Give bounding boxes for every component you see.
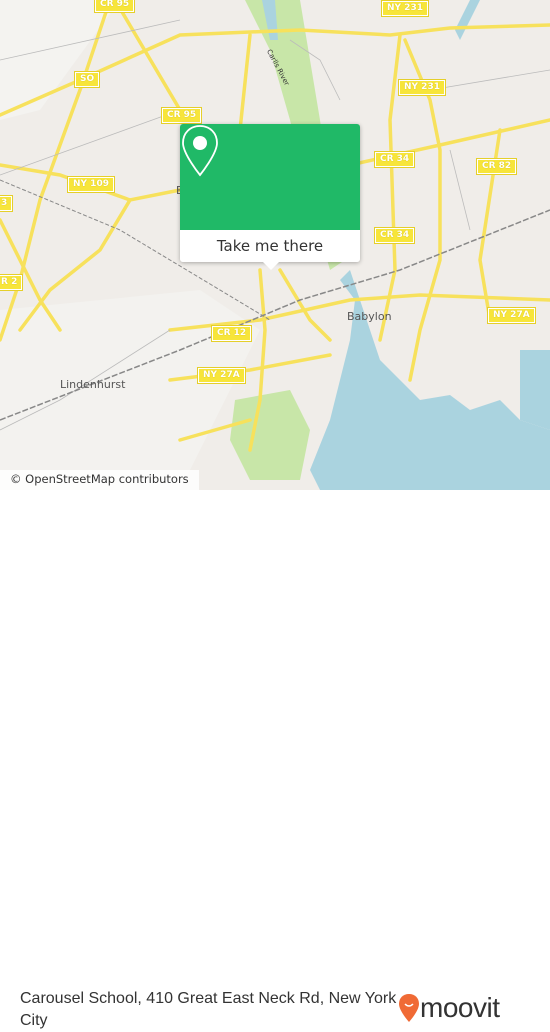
road-shield: CR 95 <box>93 0 136 13</box>
map-pin-icon <box>182 125 218 177</box>
road-shield: R 2 <box>0 274 24 291</box>
road-shield: NY 231 <box>381 0 429 17</box>
location-popup: Take me there <box>180 124 360 270</box>
road-shield: CR 95 <box>160 107 203 124</box>
popup-pointer <box>263 262 279 270</box>
road-shield: NY 27A <box>197 367 246 384</box>
take-me-there-button[interactable]: Take me there <box>180 230 360 262</box>
location-title: Carousel School, 410 Great East Neck Rd,… <box>20 990 397 1029</box>
water <box>310 270 550 490</box>
moovit-pin-icon <box>399 994 419 1022</box>
park <box>230 390 310 480</box>
road-shield: CR 34 <box>373 151 416 168</box>
footer: Carousel School, 410 Great East Neck Rd,… <box>0 490 550 1029</box>
map-attribution[interactable]: © OpenStreetMap contributors <box>0 470 199 490</box>
road-shield: NY 231 <box>398 79 446 96</box>
road-shield: NY 109 <box>67 176 115 193</box>
road-shield: CR 12 <box>210 325 253 342</box>
moovit-logo: moovit <box>398 992 500 1024</box>
place-label: Babylon <box>347 310 392 323</box>
popup-header <box>180 124 360 230</box>
road-shield: CR 82 <box>475 158 518 175</box>
moovit-logo-text: moovit <box>420 992 500 1023</box>
road-shield: SO <box>73 71 101 88</box>
road-shield: CR 34 <box>373 227 416 244</box>
map[interactable]: CR 95 NY 231 SO NY 231 CR 95 CR 34 CR 82… <box>0 0 550 490</box>
road-shield: 3 <box>0 195 14 212</box>
place-label: Lindenhurst <box>60 378 126 391</box>
road-shield: NY 27A <box>487 307 536 324</box>
